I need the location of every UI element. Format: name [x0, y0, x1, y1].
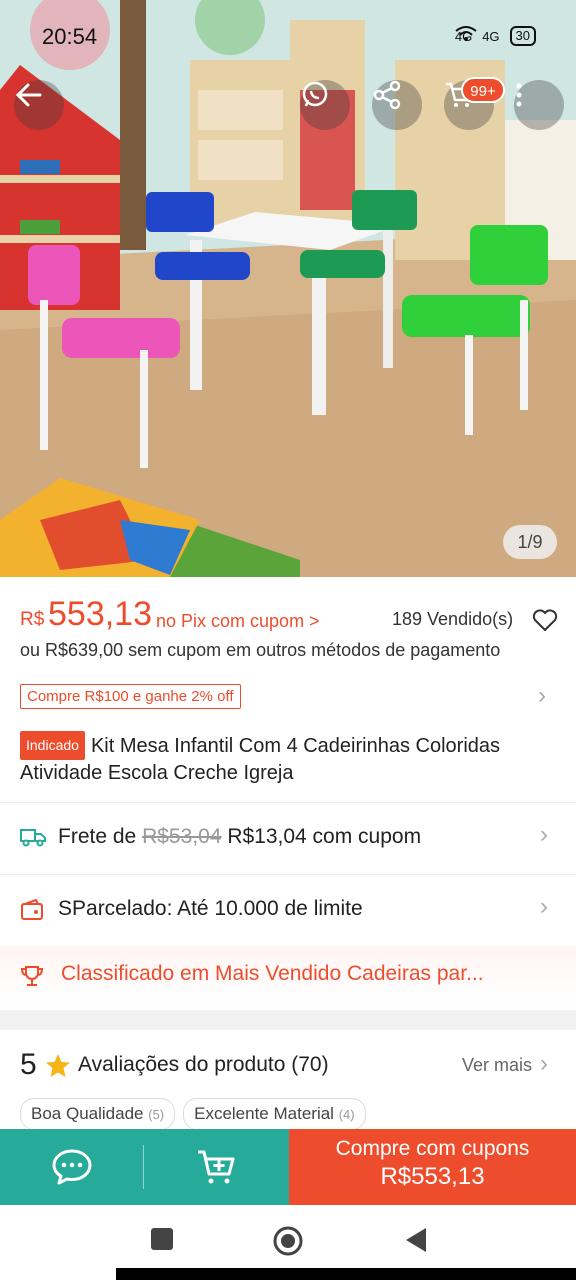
- star-icon: [46, 1054, 70, 1077]
- reviews-header: 5 Avaliações do produto (70) Ver mais ›: [0, 1040, 576, 1092]
- shipping-label: Frete de: [58, 825, 137, 848]
- chevron-right-icon: ›: [540, 1050, 548, 1077]
- home-button[interactable]: [272, 1225, 304, 1257]
- whatsapp-icon: [302, 81, 328, 107]
- promo-tag: Compre R$100 e ganhe 2% off: [20, 684, 241, 709]
- review-tag-count: (5): [148, 1107, 165, 1122]
- status-icons: 4G 4G 30: [455, 26, 536, 46]
- more-vertical-icon: [516, 83, 522, 107]
- battery-indicator: 30: [509, 26, 536, 46]
- buy-with-coupons-button[interactable]: Compre com cupons R$553,13: [289, 1129, 576, 1205]
- promo-row[interactable]: Compre R$100 e ganhe 2% off ›: [20, 682, 560, 712]
- cart-count-badge: 99+: [461, 77, 505, 103]
- buy-button-label: Compre com cupons: [335, 1137, 530, 1160]
- price-value: 553,13: [48, 595, 152, 633]
- reviews-title: Avaliações do produto (70): [78, 1053, 329, 1076]
- wifi-icon: [455, 26, 477, 41]
- add-to-cart-button[interactable]: [144, 1129, 289, 1205]
- alternative-price: ou R$639,00 sem cupom em outros métodos …: [20, 640, 501, 660]
- share-button[interactable]: [372, 80, 422, 130]
- truck-icon: [20, 829, 46, 847]
- favorite-heart-icon[interactable]: [532, 609, 558, 633]
- installment-row[interactable]: SParcelado: Até 10.000 de limite ›: [0, 875, 576, 945]
- chat-icon: [52, 1149, 92, 1185]
- recent-apps-button[interactable]: [150, 1227, 174, 1251]
- product-title: Indicado Kit Mesa Infantil Com 4 Cadeirin…: [20, 731, 560, 787]
- chevron-right-icon: ›: [540, 893, 548, 920]
- product-image[interactable]: 20:54 4G 4G 30 99+ 1/9: [0, 0, 576, 577]
- review-tag-label: Boa Qualidade: [31, 1104, 144, 1123]
- status-bar: 20:54 4G 4G 30: [0, 18, 576, 54]
- review-tags: Boa Qualidade (5) Excelente Material (4): [20, 1098, 366, 1130]
- chat-button[interactable]: [0, 1129, 144, 1205]
- product-title-text: Kit Mesa Infantil Com 4 Cadeirinhas Colo…: [20, 735, 501, 784]
- shipping-new-price: R$13,04 com cupom: [227, 825, 422, 848]
- rating-value: 5: [20, 1048, 37, 1081]
- shipping-row[interactable]: Frete de R$53,04 R$13,04 com cupom ›: [0, 803, 576, 873]
- installment-text: SParcelado: Até 10.000 de limite: [58, 897, 363, 920]
- gesture-bar: [116, 1268, 576, 1280]
- more-options-button[interactable]: [514, 80, 564, 130]
- review-tag-chip[interactable]: Excelente Material (4): [183, 1098, 366, 1130]
- image-counter: 1/9: [503, 525, 557, 559]
- price-row: R$ 553,13 no Pix com cupom > 189 Vendido…: [20, 595, 560, 641]
- share-icon: [373, 80, 401, 110]
- buy-button-price: R$553,13: [380, 1163, 485, 1190]
- network-2-label: 4G: [482, 28, 500, 44]
- review-tag-count: (4): [338, 1107, 355, 1122]
- indicado-badge: Indicado: [20, 731, 85, 760]
- back-arrow-icon: [15, 83, 42, 107]
- back-nav-button[interactable]: [404, 1227, 428, 1253]
- review-tag-label: Excelente Material: [194, 1104, 334, 1123]
- bottom-action-bar: Compre com cupons R$553,13: [0, 1129, 576, 1205]
- wallet-icon: [21, 899, 43, 920]
- ranking-row[interactable]: Classificado em Mais Vendido Cadeiras pa…: [0, 946, 576, 1006]
- whatsapp-share-button[interactable]: [300, 80, 350, 130]
- shipping-old-price: R$53,04: [142, 825, 222, 848]
- section-divider: [0, 1010, 576, 1030]
- review-tag-chip[interactable]: Boa Qualidade (5): [20, 1098, 176, 1130]
- price-currency: R$: [20, 609, 45, 630]
- back-button[interactable]: [14, 80, 64, 130]
- chevron-right-icon: ›: [540, 821, 548, 848]
- chevron-right-icon: ›: [538, 682, 546, 709]
- add-to-cart-icon: [197, 1150, 234, 1184]
- pix-coupon-link[interactable]: no Pix com cupom >: [156, 611, 320, 632]
- shipping-text: Frete de R$53,04 R$13,04 com cupom: [58, 825, 421, 849]
- ranking-text: Classificado em Mais Vendido Cadeiras pa…: [61, 962, 484, 985]
- see-more-link[interactable]: Ver mais: [462, 1055, 532, 1076]
- trophy-icon: [20, 966, 44, 986]
- sold-count: 189 Vendido(s): [392, 609, 514, 629]
- status-time: 20:54: [42, 24, 98, 49]
